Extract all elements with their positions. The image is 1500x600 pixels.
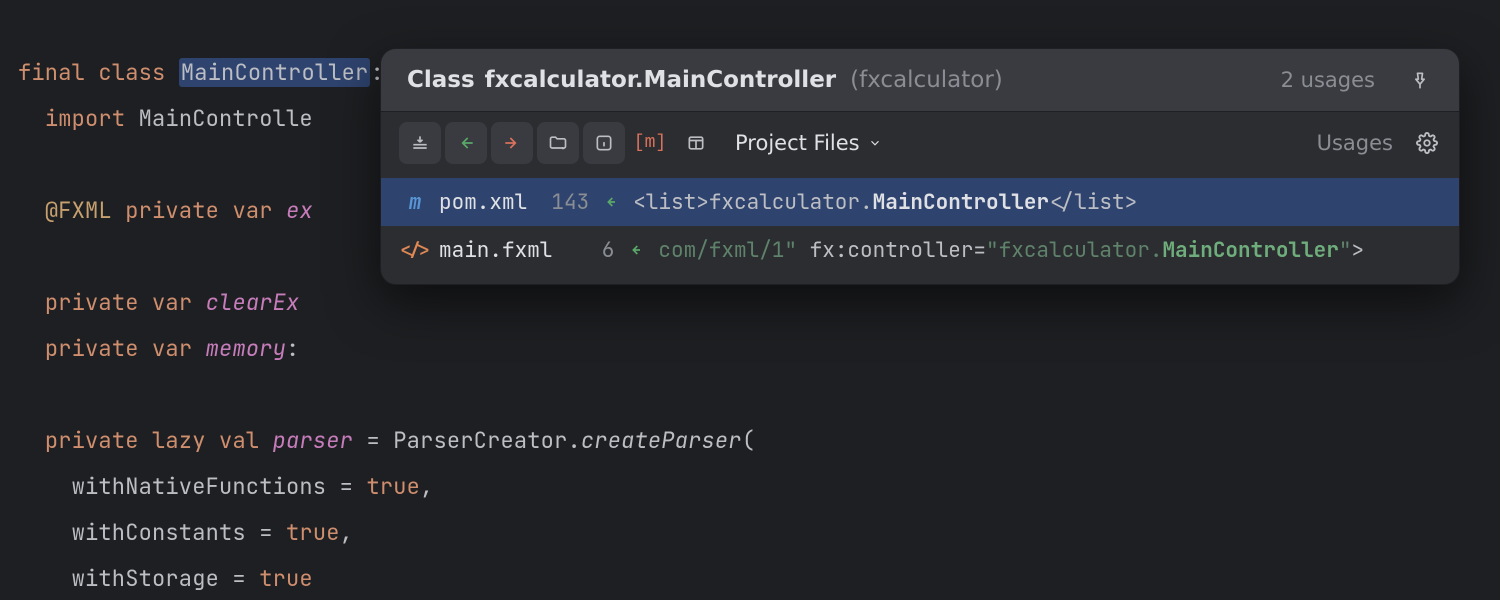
toolbar-new-folder-button[interactable] (537, 122, 579, 164)
keyword-import: import (45, 104, 125, 133)
var-ex: ex (286, 196, 313, 225)
scope-dropdown[interactable]: Project Files (735, 131, 882, 155)
var-clearex: clearEx (206, 288, 300, 317)
result-row-pom[interactable]: m pom.xml 143 <list>fxcalculator.MainCon… (381, 178, 1459, 226)
read-access-icon (626, 240, 646, 260)
keyword-final: final (18, 58, 85, 87)
class-name-highlight[interactable]: MainController (179, 58, 371, 87)
annotation-fxml: @FXML (45, 196, 112, 225)
download-icon (410, 133, 430, 153)
toolbar-open-tool-window-button[interactable] (399, 122, 441, 164)
popup-title-prefix: Class (407, 67, 475, 93)
result-file-name: main.fxml (439, 237, 552, 264)
result-row-fxml[interactable]: </> main.fxml 6 com/fxml/1" fx:controlle… (381, 226, 1459, 274)
usage-count-label: 2 usages (1281, 68, 1375, 92)
val-parser: parser (273, 426, 353, 455)
arrow-in-green-icon (456, 133, 476, 153)
toolbar-show-write-button[interactable] (491, 122, 533, 164)
info-icon (594, 133, 614, 153)
toolbar-maven-filter-button[interactable]: [m] (629, 122, 671, 164)
pin-icon (1410, 70, 1430, 90)
maven-file-icon: m (403, 189, 427, 216)
popup-toolbar: [m] Project Files Usages (381, 111, 1459, 174)
read-access-icon (601, 192, 621, 212)
scope-label: Project Files (735, 131, 860, 155)
popup-title-class: fxcalculator.MainController (485, 67, 836, 93)
result-line-number: 143 (547, 189, 589, 216)
keyword-class: class (98, 58, 165, 87)
result-line-number: 6 (572, 237, 614, 264)
var-memory: memory (206, 334, 286, 363)
result-snippet: <list>fxcalculator.MainController</list> (633, 189, 1137, 216)
settings-button[interactable] (1413, 129, 1441, 157)
pin-button[interactable] (1407, 67, 1433, 93)
chevron-down-icon (868, 136, 882, 150)
toolbar-show-read-button[interactable] (445, 122, 487, 164)
toolbar-info-button[interactable] (583, 122, 625, 164)
popup-title-module: (fxcalculator) (850, 67, 1003, 93)
maven-m-icon: [m] (634, 133, 666, 153)
gear-icon (1416, 132, 1438, 154)
folder-star-icon (548, 133, 568, 153)
xml-file-icon: </> (403, 239, 427, 262)
import-identifier: MainControlle (139, 104, 313, 133)
popup-header: Class fxcalculator.MainController (fxcal… (381, 49, 1459, 111)
preview-panel-icon (686, 133, 706, 153)
arrow-out-red-icon (502, 133, 522, 153)
result-snippet: com/fxml/1" fx:controller="fxcalculator.… (658, 237, 1364, 264)
result-file-name: pom.xml (439, 189, 527, 216)
find-usages-popup: Class fxcalculator.MainController (fxcal… (380, 48, 1460, 285)
results-list: m pom.xml 143 <list>fxcalculator.MainCon… (381, 174, 1459, 284)
toolbar-preview-button[interactable] (675, 122, 717, 164)
usages-filter-label[interactable]: Usages (1317, 131, 1393, 155)
method-createparser: createParser (581, 426, 742, 455)
